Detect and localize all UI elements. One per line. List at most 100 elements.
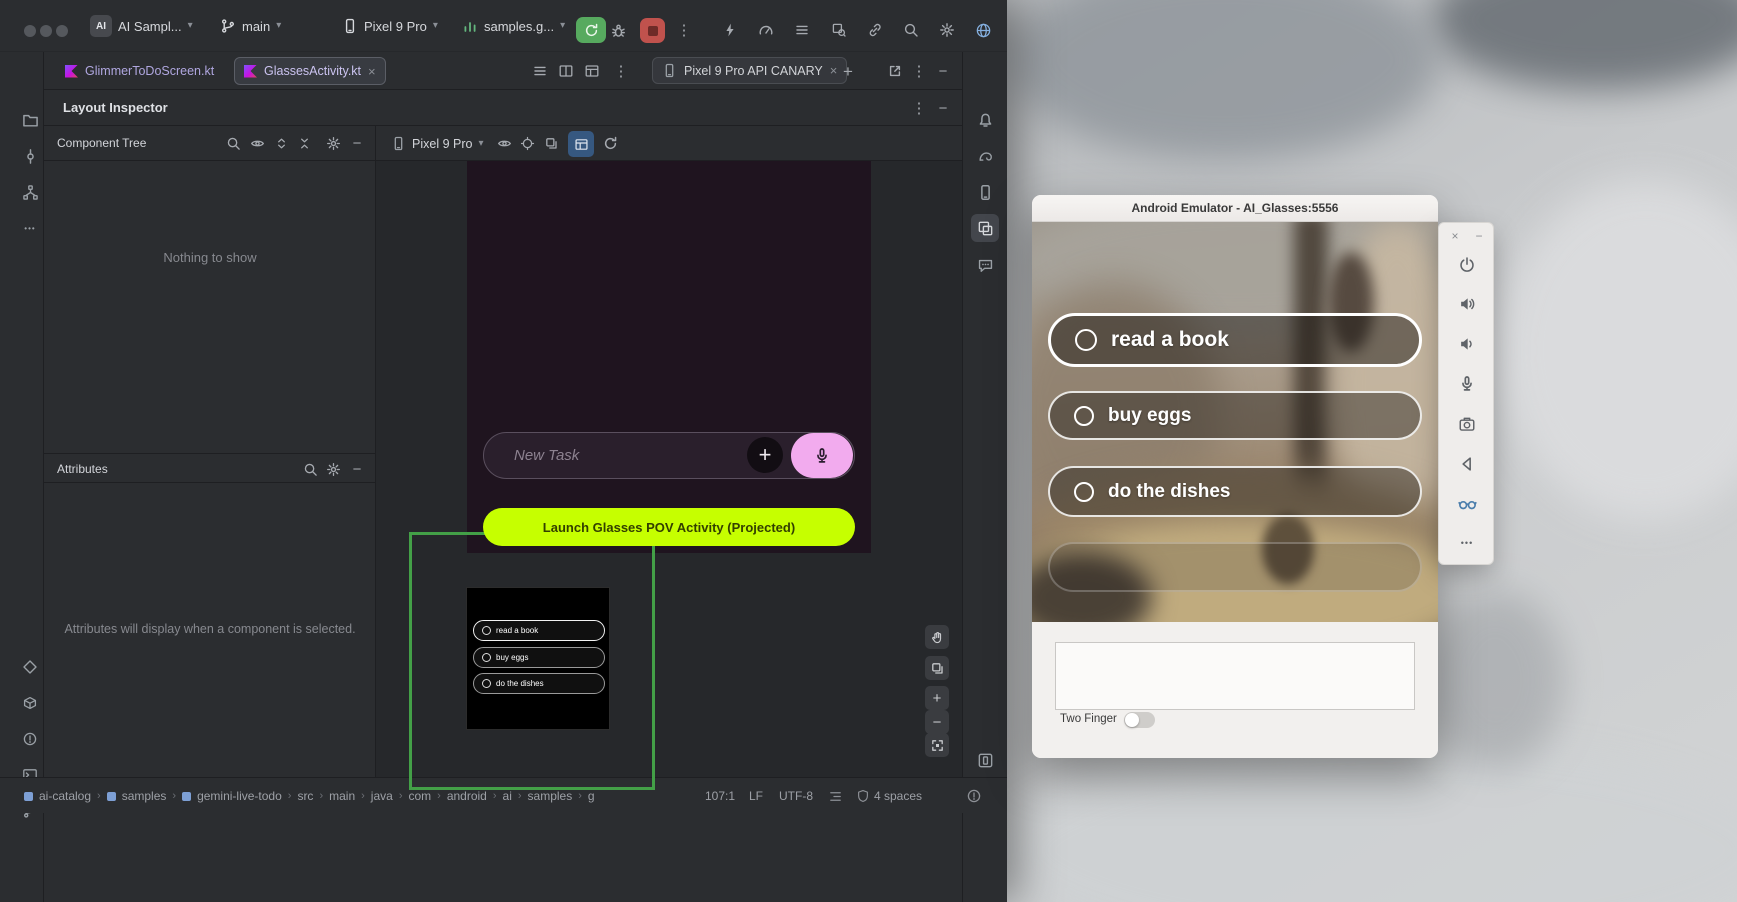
- layout-inspector-tool-button[interactable]: [971, 214, 999, 242]
- todo-checkbox-icon[interactable]: [1075, 329, 1097, 351]
- tree-search-button[interactable]: [221, 131, 245, 155]
- glasses-mode-button[interactable]: [1453, 489, 1481, 517]
- attributes-settings-button[interactable]: [321, 457, 345, 481]
- gradle-tool-button[interactable]: [971, 142, 999, 170]
- trackpad-area[interactable]: [1055, 642, 1415, 710]
- zoom-to-fit-button[interactable]: [925, 733, 949, 757]
- breadcrumb-item[interactable]: gemini-live-todo: [197, 789, 282, 803]
- expand-all-button[interactable]: [269, 131, 293, 155]
- running-device-tab[interactable]: Pixel 9 Pro API CANARY ×: [652, 57, 847, 84]
- snapshot-button[interactable]: [539, 131, 563, 155]
- volume-up-button[interactable]: [1453, 290, 1481, 318]
- structure-tool-button[interactable]: [16, 178, 44, 206]
- split-editor-button[interactable]: [554, 59, 578, 83]
- device-selector-widget[interactable]: Pixel 9 Pro ▾: [336, 13, 444, 39]
- launch-glasses-button[interactable]: Launch Glasses POV Activity (Projected): [483, 508, 855, 546]
- emulator-back-button[interactable]: [1453, 450, 1481, 478]
- hide-tree-button[interactable]: −: [345, 131, 369, 155]
- problems-tool-button[interactable]: [16, 725, 44, 753]
- logcat-button[interactable]: [790, 18, 814, 42]
- minimize-toolbar-button[interactable]: −: [1471, 228, 1487, 244]
- todo-item[interactable]: do the dishes: [1048, 466, 1422, 517]
- notifications-button[interactable]: [971, 106, 999, 134]
- debug-button[interactable]: [606, 18, 630, 42]
- device-pane-options-button[interactable]: ⋮: [907, 59, 931, 83]
- hide-attributes-button[interactable]: −: [345, 457, 369, 481]
- project-widget[interactable]: AI AI Sampl... ▾: [84, 13, 199, 39]
- editor-list-button[interactable]: [528, 59, 552, 83]
- open-in-window-button[interactable]: [883, 59, 907, 83]
- more-tools-button[interactable]: •••: [16, 214, 44, 242]
- breadcrumb-item[interactable]: android: [447, 789, 487, 803]
- select-component-button[interactable]: [515, 131, 539, 155]
- cursor-position[interactable]: 107:1: [705, 778, 735, 814]
- commit-tool-button[interactable]: [16, 142, 44, 170]
- assistant-tool-button[interactable]: [971, 251, 999, 279]
- attach-debugger-button[interactable]: [718, 18, 742, 42]
- tab-options-button[interactable]: ⋮: [609, 59, 633, 83]
- toolbar-more-button[interactable]: ⋮: [672, 18, 696, 42]
- glasses-todo-item[interactable]: do the dishes: [473, 673, 605, 694]
- tree-settings-button[interactable]: [321, 131, 345, 155]
- inspections-widget[interactable]: [966, 778, 982, 814]
- line-ending-indicator[interactable]: LF: [749, 778, 763, 814]
- breadcrumb-item[interactable]: ai-catalog: [39, 789, 91, 803]
- rerun-button[interactable]: [576, 17, 606, 43]
- breadcrumb-item[interactable]: com: [408, 789, 431, 803]
- device-manager-button[interactable]: [971, 178, 999, 206]
- breadcrumb-item[interactable]: java: [371, 789, 393, 803]
- emulator-mic-button[interactable]: [1453, 370, 1481, 398]
- todo-checkbox-icon[interactable]: [1074, 406, 1094, 426]
- running-devices-button[interactable]: [971, 746, 999, 774]
- emulator-camera-button[interactable]: [1453, 410, 1481, 438]
- emulator-titlebar[interactable]: Android Emulator - AI_Glasses:5556: [1032, 195, 1438, 222]
- app-inspection-button[interactable]: [827, 18, 851, 42]
- zoom-out-button[interactable]: −: [925, 710, 949, 734]
- tree-filter-button[interactable]: [245, 131, 269, 155]
- two-finger-toggle[interactable]: [1124, 712, 1155, 728]
- minimize-window-button[interactable]: [40, 25, 52, 37]
- hide-device-pane-button[interactable]: −: [931, 59, 955, 83]
- breadcrumb-item[interactable]: samples: [122, 789, 167, 803]
- glasses-todo-item[interactable]: buy eggs: [473, 647, 605, 668]
- indent-options-button[interactable]: [828, 778, 843, 814]
- inspector-options-button[interactable]: ⋮: [907, 96, 931, 120]
- view-options-button[interactable]: [492, 131, 516, 155]
- refresh-view-button[interactable]: [598, 131, 622, 155]
- close-tab-icon[interactable]: ×: [368, 65, 376, 78]
- pan-mode-button[interactable]: [925, 625, 949, 649]
- device-mirroring-button[interactable]: [863, 18, 887, 42]
- run-config-widget[interactable]: samples.g... ▾: [456, 13, 571, 39]
- project-tool-button[interactable]: [16, 106, 44, 134]
- dependencies-tool-button[interactable]: [16, 689, 44, 717]
- emulator-power-button[interactable]: [1453, 251, 1481, 279]
- settings-button[interactable]: [935, 18, 959, 42]
- breadcrumb-item[interactable]: samples: [528, 789, 573, 803]
- breadcrumb-item[interactable]: g: [588, 789, 595, 803]
- todo-item-selected[interactable]: read a book: [1048, 313, 1422, 367]
- glasses-todo-item[interactable]: read a book: [473, 620, 605, 641]
- tab-glimmertodoscreen[interactable]: GlimmerToDoScreen.kt: [56, 57, 223, 85]
- preview-layout-button[interactable]: [580, 59, 604, 83]
- attributes-search-button[interactable]: [298, 457, 322, 481]
- meet-tool-button[interactable]: [16, 653, 44, 681]
- hide-inspector-button[interactable]: −: [931, 96, 955, 120]
- maximize-window-button[interactable]: [56, 25, 68, 37]
- layer-spacing-button[interactable]: [925, 656, 949, 680]
- breadcrumb-item[interactable]: main: [329, 789, 355, 803]
- emulator-more-button[interactable]: •••: [1453, 529, 1481, 557]
- close-window-button[interactable]: [24, 25, 36, 37]
- zoom-in-button[interactable]: +: [925, 686, 949, 710]
- breadcrumb-item[interactable]: ai: [503, 789, 512, 803]
- inspector-device-selector[interactable]: Pixel 9 Pro ▾: [386, 131, 488, 156]
- profiler-button[interactable]: [754, 18, 778, 42]
- todo-checkbox-icon[interactable]: [1074, 482, 1094, 502]
- add-device-tab-button[interactable]: +: [836, 59, 860, 83]
- vcs-branch-widget[interactable]: main ▾: [214, 13, 287, 39]
- search-everywhere-button[interactable]: [899, 18, 923, 42]
- profile-button[interactable]: [971, 18, 995, 42]
- encoding-indicator[interactable]: UTF-8: [779, 778, 813, 814]
- emulator-screen[interactable]: read a book buy eggs do the dishes: [1032, 222, 1438, 622]
- add-task-button[interactable]: +: [747, 437, 783, 473]
- volume-down-button[interactable]: [1453, 330, 1481, 358]
